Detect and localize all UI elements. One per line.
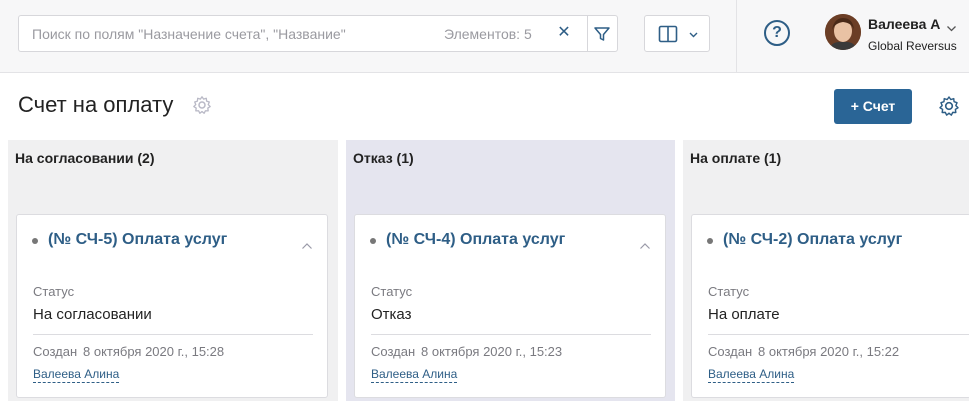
card-title-link[interactable]: (№ СЧ-5) Оплата услуг [48,231,227,249]
column-title: На оплате (1) [690,150,782,166]
settings-gear-icon[interactable] [938,95,960,117]
column-payment: На оплате (1) (№ СЧ-2) Оплата услуг Стат… [683,140,969,401]
columns-layout-icon [658,25,678,43]
chevron-up-icon[interactable] [639,237,651,249]
gear-icon[interactable] [192,95,212,115]
close-icon[interactable]: ✕ [557,23,571,43]
bullet-icon [707,238,713,244]
card-divider [371,334,651,335]
avatar[interactable] [825,14,861,50]
created-date: 8 октября 2020 г., 15:23 [421,344,563,359]
page-title: Счет на оплату [18,92,174,117]
status-label: Статус [33,284,75,299]
card-title-link[interactable]: (№ СЧ-2) Оплата услуг [723,231,902,249]
add-invoice-button[interactable]: + Счет [834,89,912,124]
search-divider [587,16,588,51]
column-title: На согласовании (2) [15,150,155,166]
user-organization: Global Reversus [868,39,957,53]
column-approval: На согласовании (2) (№ СЧ-5) Оплата услу… [8,140,338,401]
status-value: На согласовании [33,306,152,323]
status-label: Статус [708,284,750,299]
status-label: Статус [371,284,413,299]
author-link[interactable]: Валеева Алина [33,367,120,383]
invoice-card[interactable]: (№ СЧ-4) Оплата услуг Статус Отказ Созда… [354,214,666,398]
card-divider [33,334,313,335]
invoice-card[interactable]: (№ СЧ-2) Оплата услуг Статус На оплате С… [691,214,969,398]
created-label: Создан [33,344,78,359]
search-box[interactable]: Поиск по полям "Назначение счета", "Назв… [18,15,618,52]
column-title: Отказ (1) [353,150,414,166]
created-date: 8 октября 2020 г., 15:28 [83,344,225,359]
author-link[interactable]: Валеева Алина [708,367,795,383]
card-divider [708,334,969,335]
status-value: На оплате [708,306,780,323]
author-link[interactable]: Валеева Алина [371,367,458,383]
created-date: 8 октября 2020 г., 15:22 [758,344,900,359]
view-switch-button[interactable] [644,15,710,52]
created-label: Создан [371,344,416,359]
topbar-divider [736,0,737,73]
column-rejected: Отказ (1) (№ СЧ-4) Оплата услуг Статус О… [346,140,675,401]
filter-icon[interactable] [591,23,613,45]
search-input[interactable]: Поиск по полям "Назначение счета", "Назв… [32,26,346,42]
chevron-down-icon[interactable] [946,20,957,32]
top-bar: Поиск по полям "Назначение счета", "Назв… [0,0,969,73]
status-value: Отказ [371,306,412,323]
invoice-card[interactable]: (№ СЧ-5) Оплата услуг Статус На согласов… [16,214,328,398]
card-title-link[interactable]: (№ СЧ-4) Оплата услуг [386,231,565,249]
created-label: Создан [708,344,753,359]
bullet-icon [32,238,38,244]
chevron-up-icon[interactable] [301,237,313,249]
help-icon[interactable]: ? [764,20,790,46]
chevron-down-icon [688,27,699,38]
user-name[interactable]: Валеева А [868,16,940,32]
search-results-count: Элементов: 5 [444,26,532,42]
bullet-icon [370,238,376,244]
